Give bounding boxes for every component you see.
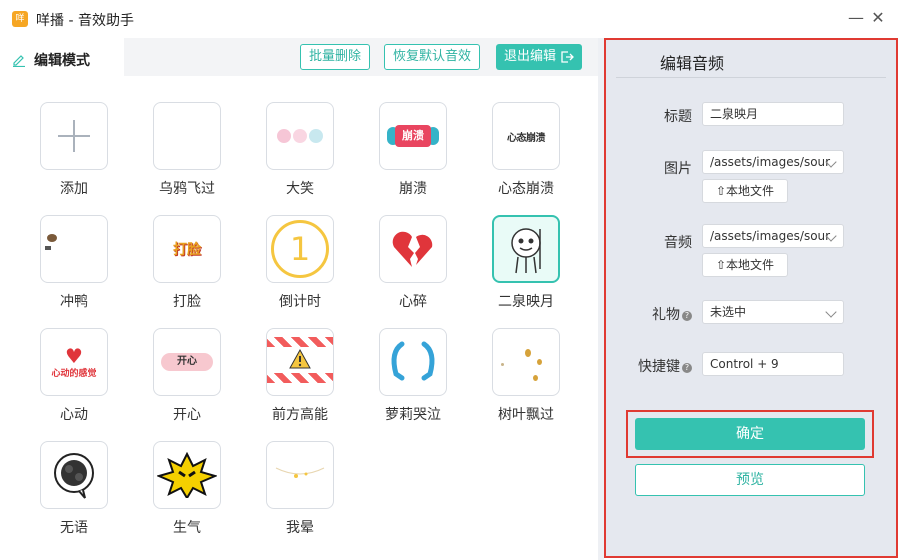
- image-path-select[interactable]: /assets/images/sour: [702, 150, 844, 174]
- tile-label: 生气: [173, 520, 201, 536]
- sound-tile[interactable]: 打脸 打脸: [151, 215, 241, 315]
- leaves-sticker-icon: [492, 328, 560, 396]
- sound-tile[interactable]: 生气: [151, 441, 241, 541]
- sound-tile[interactable]: ♥ 心动的感觉 心动: [38, 328, 128, 428]
- exit-icon: [561, 51, 574, 63]
- close-button[interactable]: ✕: [866, 6, 890, 30]
- tile-label: 打脸: [173, 294, 201, 310]
- mental-breakdown-sticker-icon: 心态崩溃: [492, 102, 560, 170]
- sound-tile[interactable]: 开心 开心: [151, 328, 241, 428]
- warning-sticker-icon: [266, 328, 334, 396]
- confirm-highlight: 确定: [626, 410, 874, 458]
- sound-tile-add[interactable]: 添加: [38, 102, 128, 202]
- help-icon[interactable]: ?: [682, 311, 692, 321]
- tile-label: 乌鸦飞过: [159, 181, 215, 197]
- upload-icon: ⇧: [715, 258, 727, 272]
- sound-tile-selected[interactable]: 二泉映月: [490, 215, 580, 315]
- local-file-label: 本地文件: [726, 258, 775, 272]
- title-input[interactable]: 二泉映月: [702, 102, 844, 126]
- slap-sticker-icon: 打脸: [153, 215, 221, 283]
- plus-icon: [58, 120, 90, 152]
- sound-tile[interactable]: 前方高能: [264, 328, 354, 428]
- sound-tile[interactable]: 萝莉哭泣: [377, 328, 467, 428]
- edit-mode-label: 编辑模式: [34, 53, 90, 69]
- audio-field-label: 音频: [664, 235, 692, 251]
- pencil-icon: [13, 55, 25, 67]
- sound-tile[interactable]: 心态崩溃 心态崩溃: [490, 102, 580, 202]
- audio-path-select[interactable]: /assets/images/sour: [702, 224, 844, 248]
- gift-label-text: 礼物: [652, 307, 680, 323]
- window-title: 咩播 - 音效助手: [36, 13, 134, 29]
- happy-sticker-icon: 开心: [153, 328, 221, 396]
- sound-tile[interactable]: 树叶飘过: [490, 328, 580, 428]
- tile-label: 心动: [60, 407, 88, 423]
- confirm-button[interactable]: 确定: [635, 418, 865, 450]
- tile-icon-box: [40, 102, 108, 170]
- broken-heart-icon: [379, 215, 447, 283]
- audio-path-value: /assets/images/sour: [710, 229, 831, 243]
- breakdown-sticker-icon: 崩溃: [379, 102, 447, 170]
- edit-audio-panel: 编辑音频 标题 二泉映月 图片 /assets/images/sour ⇧本地文…: [604, 38, 898, 558]
- sound-tile[interactable]: 1 倒计时: [264, 215, 354, 315]
- blank-icon: [153, 102, 221, 170]
- sound-tile[interactable]: 大笑: [264, 102, 354, 202]
- image-path-value: /assets/images/sour: [710, 155, 831, 169]
- tile-label: 前方高能: [272, 407, 328, 423]
- dizzy-sticker-icon: [266, 441, 334, 509]
- tile-label: 树叶飘过: [498, 407, 554, 423]
- preview-button[interactable]: 预览: [635, 464, 865, 496]
- batch-delete-button[interactable]: 批量删除: [300, 44, 371, 70]
- sound-tile[interactable]: 无语: [38, 441, 128, 541]
- exit-edit-label: 退出编辑: [504, 49, 557, 64]
- tile-label: 开心: [173, 407, 201, 423]
- sound-tile[interactable]: 心碎: [377, 215, 467, 315]
- hotkey-field-label: 快捷键?: [606, 356, 692, 376]
- chevron-down-icon: [825, 306, 837, 318]
- speechless-sticker-icon: [40, 441, 108, 509]
- tile-label: 倒计时: [279, 294, 321, 310]
- tile-label: 冲鸭: [60, 294, 88, 310]
- sound-list-panel: 编辑模式 批量删除 恢复默认音效 退出编辑 添加 乌鸦飞过 大笑 崩溃 崩溃 心…: [0, 38, 598, 560]
- image-local-file-button[interactable]: ⇧本地文件: [702, 179, 788, 203]
- tile-label: 我晕: [286, 520, 314, 536]
- help-icon[interactable]: ?: [682, 363, 692, 373]
- tile-label: 二泉映月: [498, 294, 554, 310]
- upload-icon: ⇧: [715, 184, 727, 198]
- panel-title: 编辑音频: [660, 54, 725, 73]
- tile-label: 心碎: [399, 294, 427, 310]
- gift-field-label: 礼物?: [606, 304, 692, 324]
- image-field-label: 图片: [664, 161, 692, 177]
- restore-default-button[interactable]: 恢复默认音效: [384, 44, 481, 70]
- tile-label: 无语: [60, 520, 88, 536]
- countdown-icon: 1: [266, 215, 334, 283]
- gift-value: 未选中: [710, 305, 747, 319]
- sound-tile[interactable]: 乌鸦飞过: [151, 102, 241, 202]
- sound-tile[interactable]: 冲鸭: [38, 215, 128, 315]
- hotkey-input[interactable]: Control + 9: [702, 352, 844, 376]
- title-field-label: 标题: [664, 109, 692, 125]
- exit-edit-button[interactable]: 退出编辑: [496, 44, 583, 70]
- local-file-label: 本地文件: [726, 184, 775, 198]
- heart-sticker-icon: ♥ 心动的感觉: [40, 328, 108, 396]
- audio-local-file-button[interactable]: ⇧本地文件: [702, 253, 788, 277]
- crying-sticker-icon: [379, 328, 447, 396]
- sound-tile[interactable]: 我晕: [264, 441, 354, 541]
- app-logo-icon: 咩: [12, 11, 28, 27]
- angry-sticker-icon: [153, 441, 221, 509]
- laugh-sticker-icon: [266, 102, 334, 170]
- gift-select[interactable]: 未选中: [702, 300, 844, 324]
- tile-label: 心态崩溃: [498, 181, 554, 197]
- panel-title-divider: [616, 77, 886, 78]
- tile-label: 萝莉哭泣: [385, 407, 441, 423]
- sound-tile[interactable]: 崩溃 崩溃: [377, 102, 467, 202]
- hotkey-label-text: 快捷键: [638, 359, 680, 375]
- tile-label: 大笑: [286, 181, 314, 197]
- duck-sticker-icon: [40, 215, 108, 283]
- tile-label: 添加: [60, 181, 88, 197]
- tile-label: 崩溃: [399, 181, 427, 197]
- title-bar: 咩 咩播 - 音效助手 — ✕: [0, 0, 900, 38]
- erhu-sticker-icon: [492, 215, 560, 283]
- edit-mode-tab[interactable]: 编辑模式: [0, 44, 124, 76]
- minimize-button[interactable]: —: [844, 6, 868, 30]
